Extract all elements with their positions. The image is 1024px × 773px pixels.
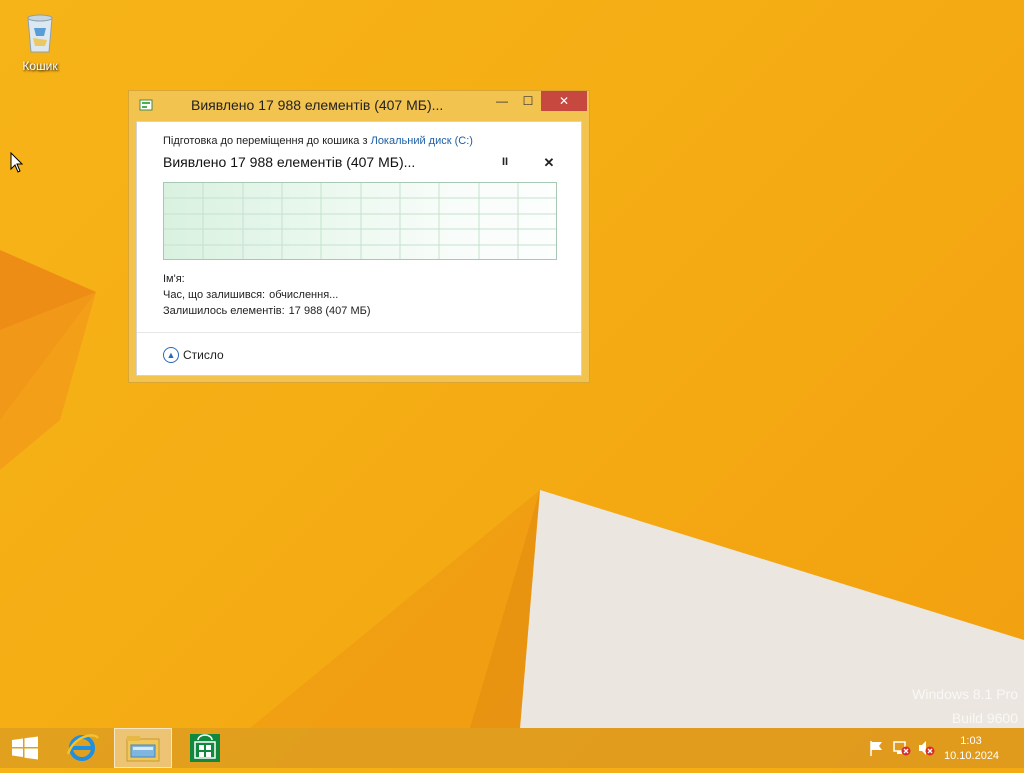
- taskbar-internet-explorer[interactable]: [58, 728, 110, 768]
- taskbar: 1:03 10.10.2024: [0, 728, 1024, 768]
- operation-headline: Виявлено 17 988 елементів (407 МБ)...: [163, 154, 416, 170]
- items-remaining-value: 17 988 (407 МБ): [288, 305, 371, 317]
- clock-date: 10.10.2024: [944, 750, 1000, 762]
- progress-graph-grid: [164, 183, 556, 259]
- mouse-cursor-icon: [10, 152, 24, 173]
- divider: [137, 332, 581, 333]
- taskbar-file-explorer[interactable]: [114, 728, 172, 768]
- recycle-bin-icon: [27, 14, 53, 53]
- dialog-content: Підготовка до переміщення до кошика з Ло…: [136, 121, 582, 376]
- dialog-titlebar[interactable]: Виявлено 17 988 елементів (407 МБ)... — …: [129, 91, 589, 119]
- time-remaining-row: Час, що залишився: обчислення...: [163, 289, 338, 301]
- network-error-icon[interactable]: [893, 740, 911, 756]
- preparing-line: Підготовка до переміщення до кошика з Ло…: [163, 135, 473, 147]
- store-icon: [190, 734, 220, 762]
- chevron-up-icon: ▲: [163, 347, 179, 363]
- file-operation-icon: [139, 99, 153, 111]
- pause-button[interactable]: II: [497, 156, 513, 172]
- fewer-details-button[interactable]: ▲ Стисло: [163, 347, 224, 367]
- source-drive-link[interactable]: Локальний диск (C:): [371, 135, 473, 147]
- internet-explorer-icon: [66, 734, 100, 761]
- taskbar-clock[interactable]: 1:03 10.10.2024: [944, 734, 1000, 764]
- clock-time: 1:03: [960, 735, 982, 747]
- name-label: Ім'я:: [163, 273, 185, 285]
- items-remaining-row: Залишилось елементів: 17 988 (407 МБ): [163, 305, 371, 317]
- name-row: Ім'я:: [163, 273, 185, 285]
- cancel-operation-button[interactable]: ✕: [541, 155, 557, 171]
- maximize-button[interactable]: ☐: [515, 91, 541, 111]
- volume-muted-icon[interactable]: [917, 740, 935, 756]
- preparing-text: Підготовка до переміщення до кошика з: [163, 135, 368, 147]
- items-remaining-label: Залишилось елементів:: [163, 305, 285, 317]
- dialog-title: Виявлено 17 988 елементів (407 МБ)...: [191, 97, 444, 113]
- windows-logo-icon: [12, 736, 38, 760]
- progress-speed-graph: [163, 182, 557, 260]
- taskbar-store[interactable]: [180, 728, 230, 768]
- start-button[interactable]: [0, 728, 50, 768]
- windows-edition-watermark: Windows 8.1 Pro: [912, 686, 1018, 702]
- action-center-flag-icon[interactable]: [868, 740, 886, 756]
- recycle-bin-desktop-icon[interactable]: Кошик: [12, 6, 68, 73]
- close-button[interactable]: ✕: [541, 91, 587, 111]
- minimize-button[interactable]: —: [489, 91, 515, 111]
- file-explorer-icon: [126, 736, 160, 762]
- fewer-details-label: Стисло: [183, 348, 224, 362]
- time-remaining-label: Час, що залишився:: [163, 289, 266, 301]
- build-watermark: Build 9600: [951, 710, 1018, 726]
- delete-progress-dialog: Виявлено 17 988 елементів (407 МБ)... — …: [128, 90, 590, 383]
- recycle-bin-label: Кошик: [22, 59, 58, 73]
- time-remaining-value: обчислення...: [269, 289, 339, 301]
